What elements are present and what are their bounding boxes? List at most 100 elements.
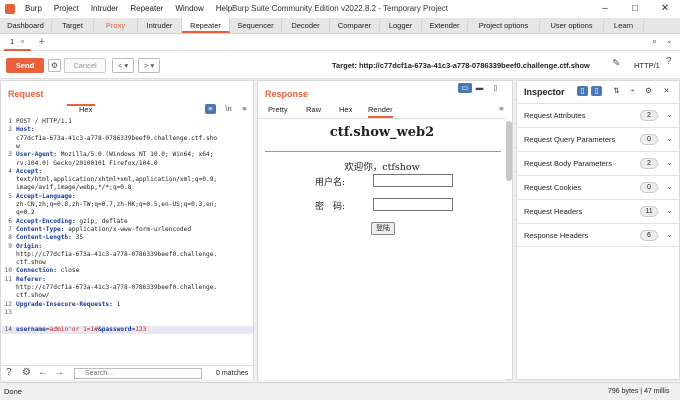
response-scrollbar[interactable]	[506, 121, 512, 181]
menu-intruder[interactable]: Intruder	[85, 0, 125, 18]
code-line: Upgrade-Insecure-Requests: 1	[16, 301, 120, 309]
inspector-section-body-params[interactable]: Request Body Parameters 2 ⌄	[518, 151, 680, 175]
login-button[interactable]: 登陆	[371, 222, 395, 235]
layout-split-icon[interactable]: ▭	[458, 83, 472, 93]
layout-horizontal-icon[interactable]: ▬	[474, 83, 485, 93]
inspector-title: Inspector	[524, 87, 565, 97]
code-line: Connection: close	[16, 267, 79, 275]
response-tab-hex[interactable]: Hex	[339, 104, 352, 116]
tab-learn[interactable]: Learn	[604, 18, 644, 33]
response-tab-pretty[interactable]: Pretty	[268, 104, 288, 116]
status-text: Done	[4, 387, 22, 396]
inspector-section-response-headers[interactable]: Response Headers 6 ⌄	[518, 223, 680, 247]
username-label: 用户名:	[315, 178, 346, 188]
tab-sequencer[interactable]: Sequencer	[230, 18, 282, 33]
maximize-icon[interactable]: □	[620, 0, 650, 18]
collapse-icon[interactable]: ÷	[627, 86, 638, 96]
line-number: 10	[4, 267, 12, 275]
code-text: 35	[71, 234, 84, 242]
previous-match-icon[interactable]: ←	[38, 367, 48, 378]
header-key: Connection:	[16, 267, 57, 275]
password-label: 密 码:	[315, 202, 346, 212]
tab-intruder[interactable]: Intruder	[138, 18, 182, 33]
repeater-tab-1[interactable]: 1 ×	[4, 34, 31, 51]
line-number: 6	[8, 217, 12, 225]
menu-project[interactable]: Project	[48, 0, 85, 18]
chevron-down-icon: ⌄	[666, 206, 673, 215]
inspector-section-query-params[interactable]: Request Query Parameters 0 ⌄	[518, 127, 680, 151]
inspector-layout-icon[interactable]: ▯	[577, 86, 588, 96]
help-icon[interactable]: ?	[666, 56, 672, 67]
layout-vertical-icon[interactable]: ▯	[490, 83, 501, 93]
code-line: Accept:	[16, 168, 42, 176]
inspector-section-request-headers[interactable]: Request Headers 11 ⌄	[518, 199, 680, 223]
line-number: 1	[8, 118, 12, 125]
header-key: Origin:	[16, 242, 43, 250]
inspector-settings-icon[interactable]: ⚙	[643, 86, 654, 96]
code-line: Referer:	[16, 276, 46, 284]
close-tab-icon[interactable]: ×	[20, 37, 24, 46]
inspector-layout-icon-2[interactable]: ▯	[591, 86, 602, 96]
search-settings-icon[interactable]: ⚙	[22, 367, 31, 378]
password-input[interactable]	[373, 198, 453, 211]
line-number: 5	[8, 192, 12, 200]
request-editor[interactable]: 1 POST / HTTP/1.1 2 Host: c77dcf1a-673a-…	[2, 118, 253, 365]
tab-proxy[interactable]: Proxy	[94, 18, 138, 33]
response-tab-raw[interactable]: Raw	[306, 104, 321, 116]
tab-target[interactable]: Target	[52, 18, 94, 33]
code-text: gzip, deflate	[75, 217, 128, 225]
line-number: 7	[8, 225, 12, 233]
tab-comparer[interactable]: Comparer	[330, 18, 380, 33]
help-icon[interactable]: ?	[6, 367, 12, 378]
code-text: q=0.2	[16, 209, 35, 217]
minimize-icon[interactable]: –	[590, 0, 620, 18]
header-key: Host:	[16, 126, 35, 134]
tab-project-options[interactable]: Project options	[468, 18, 540, 33]
sort-icon[interactable]: ⇅	[611, 86, 622, 96]
username-input[interactable]	[373, 174, 453, 187]
code-text: http://c77dcf1a-673a-41c3-a778-0786339be…	[16, 250, 218, 258]
param-value: admin'or 1=1#	[49, 325, 98, 333]
response-panel: Response ▭ ▬ ▯ Pretty Raw Hex Render ≡ c…	[257, 80, 513, 380]
tab-menu-icon[interactable]: ⌄	[666, 36, 673, 45]
send-button[interactable]: Send	[6, 58, 44, 73]
code-line: Content-Length: 35	[16, 234, 83, 242]
main-tabs: Dashboard Target Proxy Intruder Repeater…	[0, 18, 680, 34]
menu-window[interactable]: Window	[169, 0, 209, 18]
tab-decoder[interactable]: Decoder	[282, 18, 330, 33]
section-count: 11	[640, 206, 658, 217]
tab-dashboard[interactable]: Dashboard	[0, 18, 52, 33]
request-menu-icon[interactable]: ≡	[239, 104, 250, 114]
search-tabs-icon[interactable]: ⌕	[652, 36, 657, 47]
close-inspector-icon[interactable]: ✕	[661, 86, 672, 96]
menu-repeater[interactable]: Repeater	[124, 0, 169, 18]
close-window-icon[interactable]: ✕	[650, 0, 680, 18]
history-forward-button[interactable]: > ▾	[138, 58, 160, 73]
response-menu-icon[interactable]: ≡	[496, 104, 507, 114]
newline-icon[interactable]: \n	[223, 104, 234, 114]
search-input[interactable]	[74, 368, 202, 379]
next-match-icon[interactable]: →	[54, 367, 64, 378]
response-tab-render[interactable]: Render	[368, 104, 393, 118]
inspector-section-cookies[interactable]: Request Cookies 0 ⌄	[518, 175, 680, 199]
code-line: Content-Type: application/x-www-form-url…	[16, 226, 191, 234]
inspector-section-request-attributes[interactable]: Request Attributes 2 ⌄	[518, 103, 680, 127]
tab-logger[interactable]: Logger	[380, 18, 422, 33]
code-text: c77dcf1a-673a-41c3-a778-0786339beef0.cha…	[16, 134, 218, 142]
code-text: text/html,application/xhtml+xml,applicat…	[16, 176, 218, 184]
menu-burp[interactable]: Burp	[19, 0, 48, 18]
settings-gear-icon[interactable]: ⚙	[48, 59, 61, 72]
wrap-text-icon[interactable]: ≡	[205, 104, 216, 114]
add-tab-icon[interactable]: +	[39, 36, 45, 48]
request-tab-hex[interactable]: Hex	[79, 104, 92, 116]
repeater-toolbar: Send ⚙ Cancel < ▾ > ▾ Target: http://c77…	[0, 51, 680, 79]
cancel-button[interactable]: Cancel	[64, 58, 106, 73]
tab-user-options[interactable]: User options	[540, 18, 604, 33]
history-back-button[interactable]: < ▾	[112, 58, 134, 73]
edit-target-icon[interactable]: ✎	[612, 58, 620, 69]
tab-repeater[interactable]: Repeater	[182, 18, 230, 33]
chevron-down-icon: ⌄	[666, 110, 673, 119]
http-version[interactable]: HTTP/1	[634, 58, 660, 73]
tab-extender[interactable]: Extender	[422, 18, 468, 33]
code-line: zh-CN,zh;q=0.8,zh-TW;q=0.7,zh-HK;q=0.5,e…	[16, 201, 217, 209]
